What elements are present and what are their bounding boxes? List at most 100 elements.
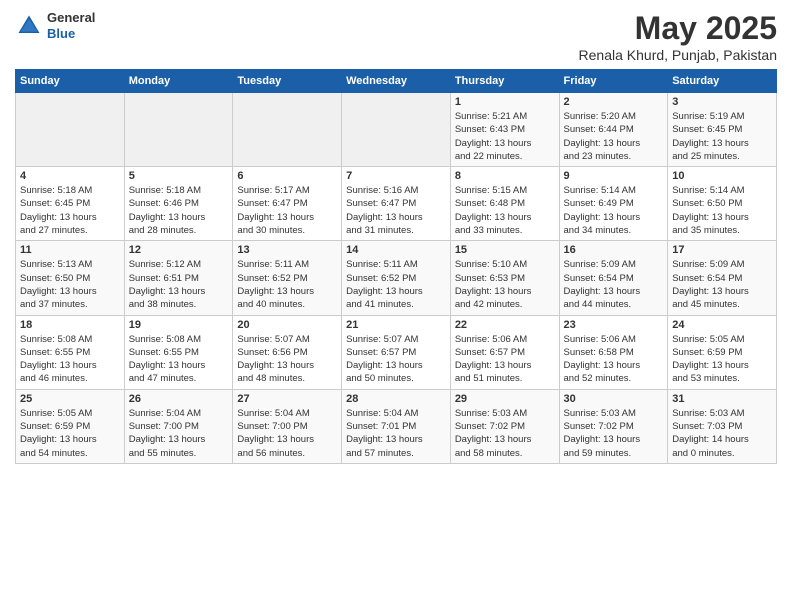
day-info: Sunrise: 5:18 AMSunset: 6:45 PMDaylight:…	[20, 184, 120, 237]
calendar-cell: 19 Sunrise: 5:08 AMSunset: 6:55 PMDayligh…	[124, 315, 233, 389]
calendar-cell	[124, 93, 233, 167]
day-info: Sunrise: 5:14 AMSunset: 6:50 PMDaylight:…	[672, 184, 772, 237]
weekday-header-friday: Friday	[559, 70, 668, 93]
calendar-week-2: 4 Sunrise: 5:18 AMSunset: 6:45 PMDaylight…	[16, 167, 777, 241]
calendar-cell: 10 Sunrise: 5:14 AMSunset: 6:50 PMDayligh…	[668, 167, 777, 241]
day-info: Sunrise: 5:03 AMSunset: 7:03 PMDaylight:…	[672, 407, 772, 460]
day-info: Sunrise: 5:11 AMSunset: 6:52 PMDaylight:…	[237, 258, 337, 311]
calendar-cell: 24Sunrise: 5:05 AMSunset: 6:59 PMDayligh…	[668, 315, 777, 389]
day-info: Sunrise: 5:04 AMSunset: 7:00 PMDaylight:…	[129, 407, 229, 460]
calendar-cell: 9Sunrise: 5:14 AMSunset: 6:49 PMDaylight…	[559, 167, 668, 241]
day-info: Sunrise: 5:10 AMSunset: 6:53 PMDaylight:…	[455, 258, 555, 311]
day-number: 6	[237, 170, 337, 182]
day-info: Sunrise: 5:09 AMSunset: 6:54 PMDaylight:…	[672, 258, 772, 311]
day-number: 26	[129, 393, 229, 405]
day-info: Sunrise: 5:05 AMSunset: 6:59 PMDaylight:…	[20, 407, 120, 460]
day-number: 23	[564, 319, 664, 331]
logo-general: General	[47, 10, 95, 26]
page-header: General Blue May 2025 Renala Khurd, Punj…	[15, 10, 777, 63]
calendar-cell: 21 Sunrise: 5:07 AMSunset: 6:57 PMDayligh…	[342, 315, 451, 389]
day-info: Sunrise: 5:08 AMSunset: 6:55 PMDaylight:…	[20, 333, 120, 386]
calendar-cell: 29Sunrise: 5:03 AMSunset: 7:02 PMDayligh…	[450, 389, 559, 463]
day-number: 27	[237, 393, 337, 405]
calendar-week-3: 11 Sunrise: 5:13 AMSunset: 6:50 PMDayligh…	[16, 241, 777, 315]
day-number: 28	[346, 393, 446, 405]
day-number: 12	[129, 244, 229, 256]
day-number: 25	[20, 393, 120, 405]
calendar-cell: 3 Sunrise: 5:19 AMSunset: 6:45 PMDaylight…	[668, 93, 777, 167]
calendar-title: May 2025	[579, 10, 777, 47]
day-info: Sunrise: 5:09 AMSunset: 6:54 PMDaylight:…	[564, 258, 664, 311]
day-number: 2	[564, 96, 664, 108]
day-number: 20	[237, 319, 337, 331]
calendar-cell: 16 Sunrise: 5:09 AMSunset: 6:54 PMDayligh…	[559, 241, 668, 315]
day-number: 4	[20, 170, 120, 182]
calendar-cell: 15 Sunrise: 5:10 AMSunset: 6:53 PMDayligh…	[450, 241, 559, 315]
day-info: Sunrise: 5:03 AMSunset: 7:02 PMDaylight:…	[455, 407, 555, 460]
day-info: Sunrise: 5:05 AMSunset: 6:59 PMDaylight:…	[672, 333, 772, 386]
day-info: Sunrise: 5:06 AMSunset: 6:57 PMDaylight:…	[455, 333, 555, 386]
day-number: 17	[672, 244, 772, 256]
calendar-cell: 8 Sunrise: 5:15 AMSunset: 6:48 PMDaylight…	[450, 167, 559, 241]
calendar-cell	[342, 93, 451, 167]
calendar-cell: 20 Sunrise: 5:07 AMSunset: 6:56 PMDayligh…	[233, 315, 342, 389]
day-number: 31	[672, 393, 772, 405]
calendar-cell: 30Sunrise: 5:03 AMSunset: 7:02 PMDayligh…	[559, 389, 668, 463]
day-number: 3	[672, 96, 772, 108]
calendar-cell: 18 Sunrise: 5:08 AMSunset: 6:55 PMDayligh…	[16, 315, 125, 389]
calendar-header-row: SundayMondayTuesdayWednesdayThursdayFrid…	[16, 70, 777, 93]
day-number: 11	[20, 244, 120, 256]
day-number: 18	[20, 319, 120, 331]
day-number: 15	[455, 244, 555, 256]
calendar-week-1: 1Sunrise: 5:21 AMSunset: 6:43 PMDaylight…	[16, 93, 777, 167]
calendar-week-4: 18 Sunrise: 5:08 AMSunset: 6:55 PMDayligh…	[16, 315, 777, 389]
weekday-header-wednesday: Wednesday	[342, 70, 451, 93]
day-info: Sunrise: 5:14 AMSunset: 6:49 PMDaylight:…	[564, 184, 664, 237]
calendar-cell: 7Sunrise: 5:16 AMSunset: 6:47 PMDaylight…	[342, 167, 451, 241]
logo-text: General Blue	[47, 10, 95, 41]
weekday-header-saturday: Saturday	[668, 70, 777, 93]
day-number: 8	[455, 170, 555, 182]
calendar-cell: 13 Sunrise: 5:11 AMSunset: 6:52 PMDayligh…	[233, 241, 342, 315]
day-info: Sunrise: 5:19 AMSunset: 6:45 PMDaylight:…	[672, 110, 772, 163]
day-number: 1	[455, 96, 555, 108]
calendar-week-5: 25 Sunrise: 5:05 AMSunset: 6:59 PMDayligh…	[16, 389, 777, 463]
calendar-cell	[16, 93, 125, 167]
calendar-cell: 4 Sunrise: 5:18 AMSunset: 6:45 PMDaylight…	[16, 167, 125, 241]
day-info: Sunrise: 5:06 AMSunset: 6:58 PMDaylight:…	[564, 333, 664, 386]
day-number: 10	[672, 170, 772, 182]
page-container: General Blue May 2025 Renala Khurd, Punj…	[0, 0, 792, 474]
day-info: Sunrise: 5:13 AMSunset: 6:50 PMDaylight:…	[20, 258, 120, 311]
day-info: Sunrise: 5:07 AMSunset: 6:57 PMDaylight:…	[346, 333, 446, 386]
day-number: 5	[129, 170, 229, 182]
day-number: 21	[346, 319, 446, 331]
calendar-cell	[233, 93, 342, 167]
day-info: Sunrise: 5:11 AMSunset: 6:52 PMDaylight:…	[346, 258, 446, 311]
weekday-header-tuesday: Tuesday	[233, 70, 342, 93]
logo-icon	[15, 12, 43, 40]
calendar-cell: 1Sunrise: 5:21 AMSunset: 6:43 PMDaylight…	[450, 93, 559, 167]
day-number: 19	[129, 319, 229, 331]
day-info: Sunrise: 5:12 AMSunset: 6:51 PMDaylight:…	[129, 258, 229, 311]
day-info: Sunrise: 5:07 AMSunset: 6:56 PMDaylight:…	[237, 333, 337, 386]
day-info: Sunrise: 5:03 AMSunset: 7:02 PMDaylight:…	[564, 407, 664, 460]
weekday-header-thursday: Thursday	[450, 70, 559, 93]
day-info: Sunrise: 5:17 AMSunset: 6:47 PMDaylight:…	[237, 184, 337, 237]
day-number: 13	[237, 244, 337, 256]
calendar-cell: 17 Sunrise: 5:09 AMSunset: 6:54 PMDayligh…	[668, 241, 777, 315]
day-info: Sunrise: 5:20 AMSunset: 6:44 PMDaylight:…	[564, 110, 664, 163]
day-number: 16	[564, 244, 664, 256]
calendar-cell: 23 Sunrise: 5:06 AMSunset: 6:58 PMDayligh…	[559, 315, 668, 389]
day-info: Sunrise: 5:15 AMSunset: 6:48 PMDaylight:…	[455, 184, 555, 237]
calendar-cell: 26 Sunrise: 5:04 AMSunset: 7:00 PMDayligh…	[124, 389, 233, 463]
weekday-header-sunday: Sunday	[16, 70, 125, 93]
calendar-table: SundayMondayTuesdayWednesdayThursdayFrid…	[15, 69, 777, 464]
calendar-cell: 14 Sunrise: 5:11 AMSunset: 6:52 PMDayligh…	[342, 241, 451, 315]
logo: General Blue	[15, 10, 95, 41]
day-info: Sunrise: 5:08 AMSunset: 6:55 PMDaylight:…	[129, 333, 229, 386]
day-number: 7	[346, 170, 446, 182]
title-block: May 2025 Renala Khurd, Punjab, Pakistan	[579, 10, 777, 63]
day-info: Sunrise: 5:18 AMSunset: 6:46 PMDaylight:…	[129, 184, 229, 237]
calendar-cell: 5 Sunrise: 5:18 AMSunset: 6:46 PMDaylight…	[124, 167, 233, 241]
day-number: 14	[346, 244, 446, 256]
